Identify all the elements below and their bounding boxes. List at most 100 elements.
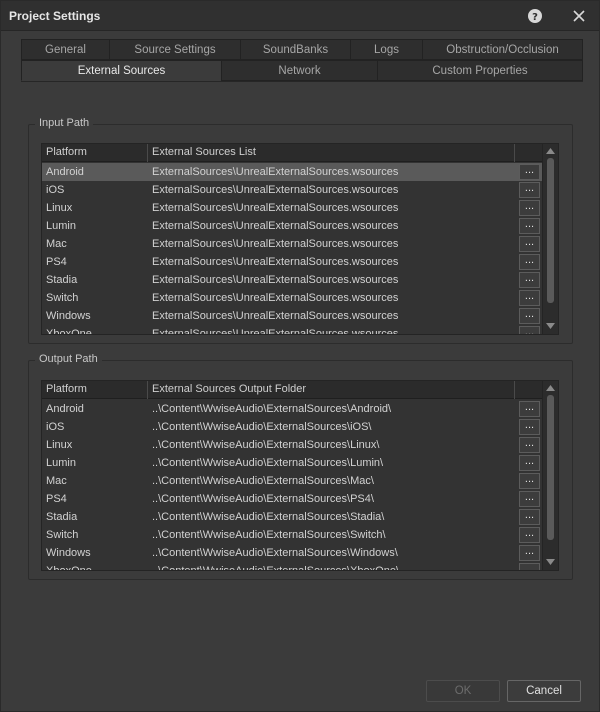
tab-custom-properties[interactable]: Custom Properties (377, 60, 583, 81)
browse-button[interactable]: ... (519, 509, 540, 525)
column-header-platform[interactable]: Platform (42, 144, 148, 162)
platform-cell: Linux (46, 202, 73, 214)
cancel-button[interactable]: Cancel (507, 680, 581, 702)
output-path-legend: Output Path (35, 353, 102, 365)
browse-button[interactable]: ... (519, 164, 540, 180)
browse-button[interactable]: ... (519, 473, 540, 489)
platform-cell: Stadia (46, 274, 78, 286)
path-cell[interactable]: ..\Content\WwiseAudio\ExternalSources\Wi… (152, 544, 518, 562)
path-cell[interactable]: ExternalSources\UnrealExternalSources.ws… (152, 253, 518, 271)
table-row[interactable]: Mac ..\Content\WwiseAudio\ExternalSources… (42, 472, 542, 490)
path-cell[interactable]: ..\Content\WwiseAudio\ExternalSources\Lu… (152, 454, 518, 472)
platform-cell: Switch (46, 529, 79, 541)
browse-button[interactable]: ... (519, 419, 540, 435)
browse-button[interactable]: ... (519, 527, 540, 543)
path-cell[interactable]: ExternalSources\UnrealExternalSources.ws… (152, 163, 518, 181)
column-header-platform[interactable]: Platform (42, 381, 148, 399)
tab-obstruction-occlusion[interactable]: Obstruction/Occlusion (422, 39, 583, 60)
table-row[interactable]: Stadia ExternalSources\UnrealExternalSour… (42, 271, 542, 289)
table-row[interactable]: Linux ..\Content\WwiseAudio\ExternalSourc… (42, 436, 542, 454)
table-row[interactable]: Switch ExternalSources\UnrealExternalSour… (42, 289, 542, 307)
browse-button[interactable]: ... (519, 326, 540, 334)
table-row[interactable]: Windows ExternalSources\UnrealExternalSou… (42, 307, 542, 325)
table-row[interactable]: iOS ..\Content\WwiseAudio\ExternalSources… (42, 418, 542, 436)
input-path-group: Input Path Platform External Sources Lis… (28, 117, 573, 344)
scroll-down-icon[interactable] (546, 322, 555, 330)
browse-button[interactable]: ... (519, 236, 540, 252)
table-row[interactable]: Stadia ..\Content\WwiseAudio\ExternalSour… (42, 508, 542, 526)
input-table-header: Platform External Sources List (42, 144, 558, 162)
path-cell[interactable]: ExternalSources\UnrealExternalSources.ws… (152, 307, 518, 325)
table-row[interactable]: Linux ExternalSources\UnrealExternalSourc… (42, 199, 542, 217)
table-row[interactable]: PS4 ExternalSources\UnrealExternalSources… (42, 253, 542, 271)
browse-button[interactable]: ... (519, 545, 540, 561)
input-path-legend: Input Path (35, 117, 94, 129)
tab-soundbanks[interactable]: SoundBanks (240, 39, 351, 60)
browse-button[interactable]: ... (519, 563, 540, 570)
path-cell[interactable]: ExternalSources\UnrealExternalSources.ws… (152, 271, 518, 289)
help-icon[interactable]: ? (527, 8, 543, 24)
path-cell[interactable]: ExternalSources\UnrealExternalSources.ws… (152, 217, 518, 235)
table-row[interactable]: Android ..\Content\WwiseAudio\ExternalSou… (42, 400, 542, 418)
path-cell[interactable]: ExternalSources\UnrealExternalSources.ws… (152, 199, 518, 217)
path-cell[interactable]: ..\Content\WwiseAudio\ExternalSources\St… (152, 508, 518, 526)
browse-button[interactable]: ... (519, 218, 540, 234)
browse-button[interactable]: ... (519, 290, 540, 306)
path-cell[interactable]: ..\Content\WwiseAudio\ExternalSources\Sw… (152, 526, 518, 544)
path-cell[interactable]: ..\Content\WwiseAudio\ExternalSources\Li… (152, 436, 518, 454)
platform-cell: iOS (46, 184, 65, 196)
title-bar: Project Settings ? (1, 1, 599, 31)
scroll-up-icon[interactable] (546, 147, 555, 155)
project-settings-dialog: Project Settings ? General Source Settin… (0, 0, 600, 712)
path-cell[interactable]: ExternalSources\UnrealExternalSources.ws… (152, 289, 518, 307)
browse-button[interactable]: ... (519, 437, 540, 453)
table-row[interactable]: XboxOne ExternalSources\UnrealExternalSou… (42, 325, 542, 334)
table-row[interactable]: iOS ExternalSources\UnrealExternalSources… (42, 181, 542, 199)
output-scrollbar[interactable] (542, 381, 558, 570)
browse-button[interactable]: ... (519, 254, 540, 270)
tab-source-settings[interactable]: Source Settings (109, 39, 241, 60)
platform-cell: Windows (46, 547, 91, 559)
path-cell[interactable]: ..\Content\WwiseAudio\ExternalSources\Xb… (152, 562, 518, 570)
tab-external-sources[interactable]: External Sources (21, 60, 222, 81)
input-scrollbar[interactable] (542, 144, 558, 334)
path-cell[interactable]: ..\Content\WwiseAudio\ExternalSources\iO… (152, 418, 518, 436)
tab-logs[interactable]: Logs (350, 39, 423, 60)
tab-network[interactable]: Network (221, 60, 378, 81)
output-path-group: Output Path Platform External Sources Ou… (28, 353, 573, 580)
table-row[interactable]: Switch ..\Content\WwiseAudio\ExternalSour… (42, 526, 542, 544)
path-cell[interactable]: ExternalSources\UnrealExternalSources.ws… (152, 181, 518, 199)
browse-button[interactable]: ... (519, 308, 540, 324)
browse-button[interactable]: ... (519, 200, 540, 216)
ok-button[interactable]: OK (426, 680, 500, 702)
scroll-up-icon[interactable] (546, 384, 555, 392)
table-row[interactable]: Android ExternalSources\UnrealExternalSou… (42, 163, 542, 181)
browse-button[interactable]: ... (519, 455, 540, 471)
input-scrollbar-thumb[interactable] (547, 158, 554, 303)
table-row[interactable]: PS4 ..\Content\WwiseAudio\ExternalSources… (42, 490, 542, 508)
column-header-output-folder[interactable]: External Sources Output Folder (148, 381, 515, 399)
table-row[interactable]: Lumin ExternalSources\UnrealExternalSourc… (42, 217, 542, 235)
window-title: Project Settings (9, 9, 101, 23)
close-icon[interactable] (571, 8, 587, 24)
table-row[interactable]: Windows ..\Content\WwiseAudio\ExternalSou… (42, 544, 542, 562)
column-header-external-sources-list[interactable]: External Sources List (148, 144, 515, 162)
table-row[interactable]: XboxOne ..\Content\WwiseAudio\ExternalSou… (42, 562, 542, 570)
browse-button[interactable]: ... (519, 182, 540, 198)
browse-button[interactable]: ... (519, 401, 540, 417)
tab-row-1: General Source Settings SoundBanks Logs … (21, 39, 583, 60)
table-row[interactable]: Mac ExternalSources\UnrealExternalSources… (42, 235, 542, 253)
browse-button[interactable]: ... (519, 491, 540, 507)
platform-cell: Switch (46, 292, 79, 304)
scroll-down-icon[interactable] (546, 558, 555, 566)
path-cell[interactable]: ..\Content\WwiseAudio\ExternalSources\Ma… (152, 472, 518, 490)
path-cell[interactable]: ExternalSources\UnrealExternalSources.ws… (152, 325, 518, 334)
table-row[interactable]: Lumin ..\Content\WwiseAudio\ExternalSourc… (42, 454, 542, 472)
output-scrollbar-thumb[interactable] (547, 395, 554, 540)
tab-separator (21, 81, 583, 82)
path-cell[interactable]: ..\Content\WwiseAudio\ExternalSources\PS… (152, 490, 518, 508)
tab-general[interactable]: General (21, 39, 110, 60)
path-cell[interactable]: ExternalSources\UnrealExternalSources.ws… (152, 235, 518, 253)
path-cell[interactable]: ..\Content\WwiseAudio\ExternalSources\An… (152, 400, 518, 418)
browse-button[interactable]: ... (519, 272, 540, 288)
